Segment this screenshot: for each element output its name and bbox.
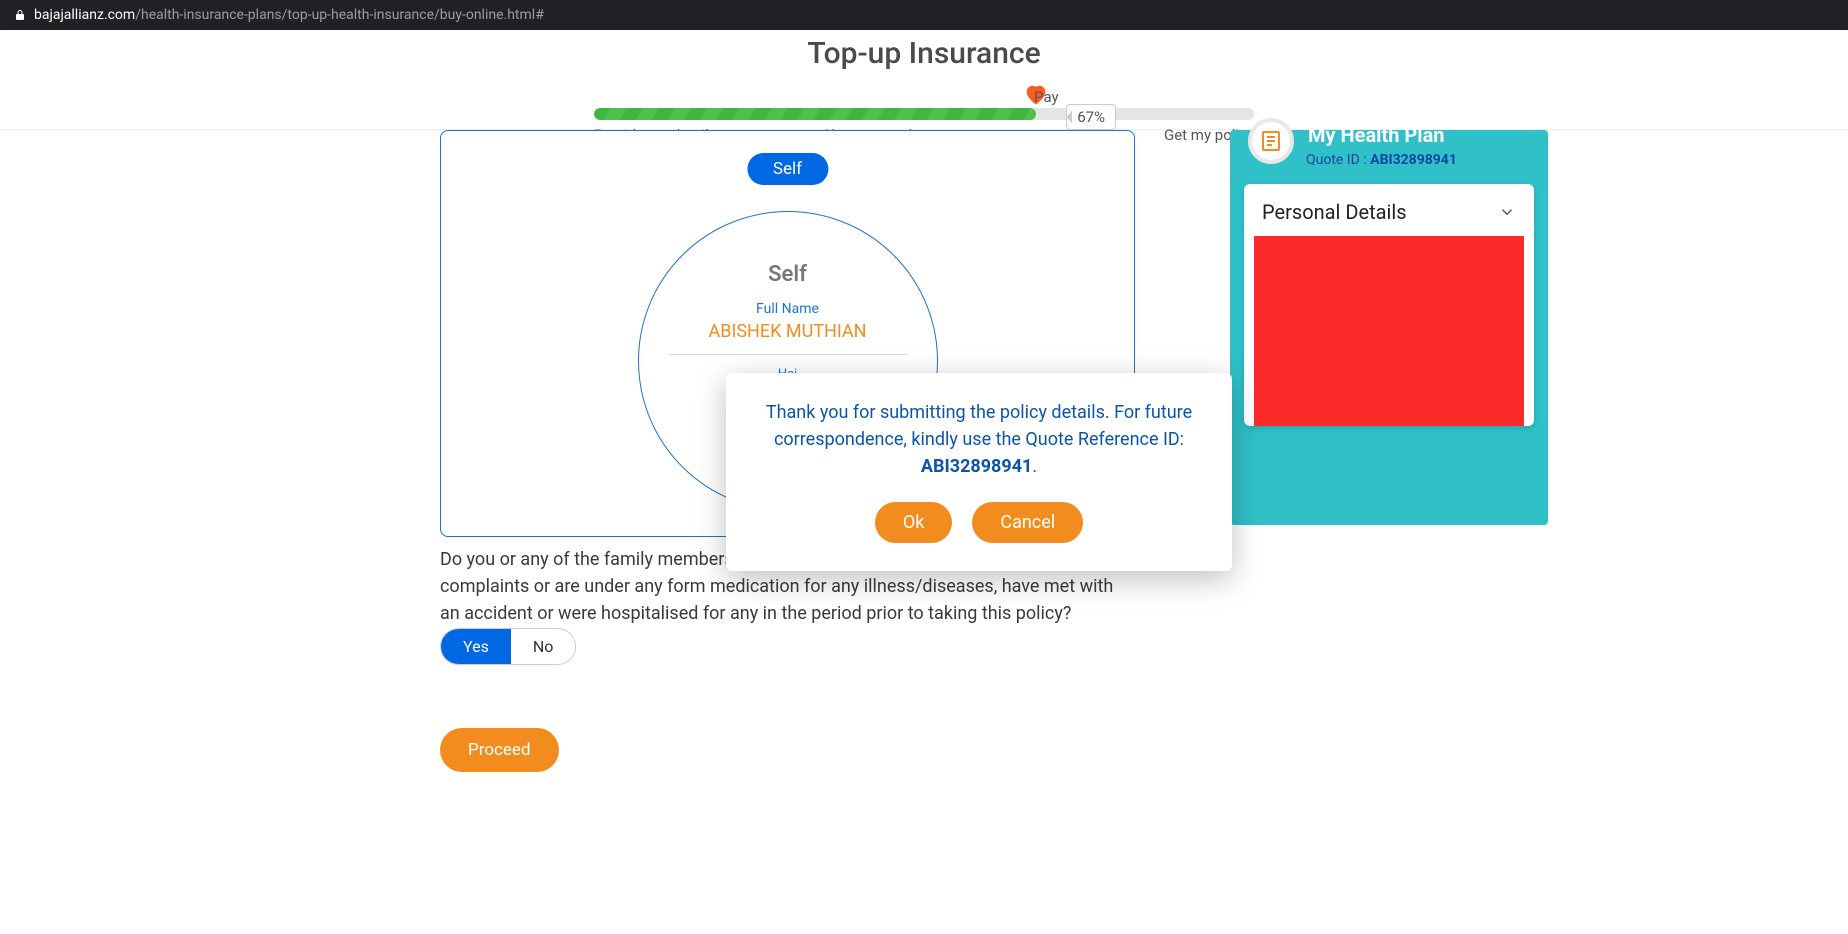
quote-id-line: Quote ID : ABI32898941 — [1306, 152, 1548, 168]
proceed-button[interactable]: Proceed — [440, 728, 559, 772]
confirmation-modal: Thank you for submitting the policy deta… — [726, 373, 1232, 571]
cancel-button[interactable]: Cancel — [972, 502, 1083, 543]
member-role: Self — [639, 262, 937, 287]
progress-fill — [594, 108, 1036, 120]
quote-label: Quote ID : — [1306, 152, 1370, 168]
step-pay: Pay — [1034, 88, 1059, 106]
plan-sidebar: My Health Plan Quote ID : ABI32898941 Pe… — [1230, 130, 1548, 525]
personal-details-panel: Personal Details — [1244, 184, 1534, 426]
quote-id: ABI32898941 — [1370, 152, 1457, 168]
url-path: /health-insurance-plans/top-up-health-in… — [135, 7, 544, 23]
modal-message: Thank you for submitting the policy deta… — [756, 399, 1202, 480]
document-icon — [1259, 129, 1283, 153]
progress-track — [594, 108, 1254, 120]
progress-bar: 67% Provide my details Choose my plan Pa… — [594, 108, 1254, 120]
browser-url-bar: bajajallianz.com/health-insurance-plans/… — [0, 0, 1848, 30]
url-domain: bajajallianz.com — [34, 7, 135, 23]
toggle-yes[interactable]: Yes — [441, 629, 511, 664]
member-self-pill[interactable]: Self — [747, 153, 828, 185]
main-area: Self Self Full Name ABISHEK MUTHIAN Hei … — [0, 130, 1848, 934]
full-name-value: ABISHEK MUTHIAN — [639, 321, 937, 342]
ok-button[interactable]: Ok — [875, 502, 953, 543]
panel-header[interactable]: Personal Details — [1244, 184, 1534, 236]
plan-icon — [1248, 118, 1294, 164]
panel-title: Personal Details — [1262, 200, 1407, 224]
full-name-label: Full Name — [639, 301, 937, 317]
chevron-down-icon — [1498, 203, 1516, 221]
page-header: Top-up Insurance 67% Provide my details … — [0, 30, 1848, 130]
lock-icon — [14, 9, 26, 21]
yes-no-toggle: Yes No — [440, 628, 576, 665]
page-title: Top-up Insurance — [0, 30, 1848, 71]
toggle-no[interactable]: No — [511, 629, 576, 664]
divider — [669, 354, 907, 355]
panel-body-redacted — [1254, 236, 1524, 426]
plan-title: My Health Plan — [1308, 123, 1445, 147]
modal-ref-id: ABI32898941 — [921, 456, 1032, 477]
